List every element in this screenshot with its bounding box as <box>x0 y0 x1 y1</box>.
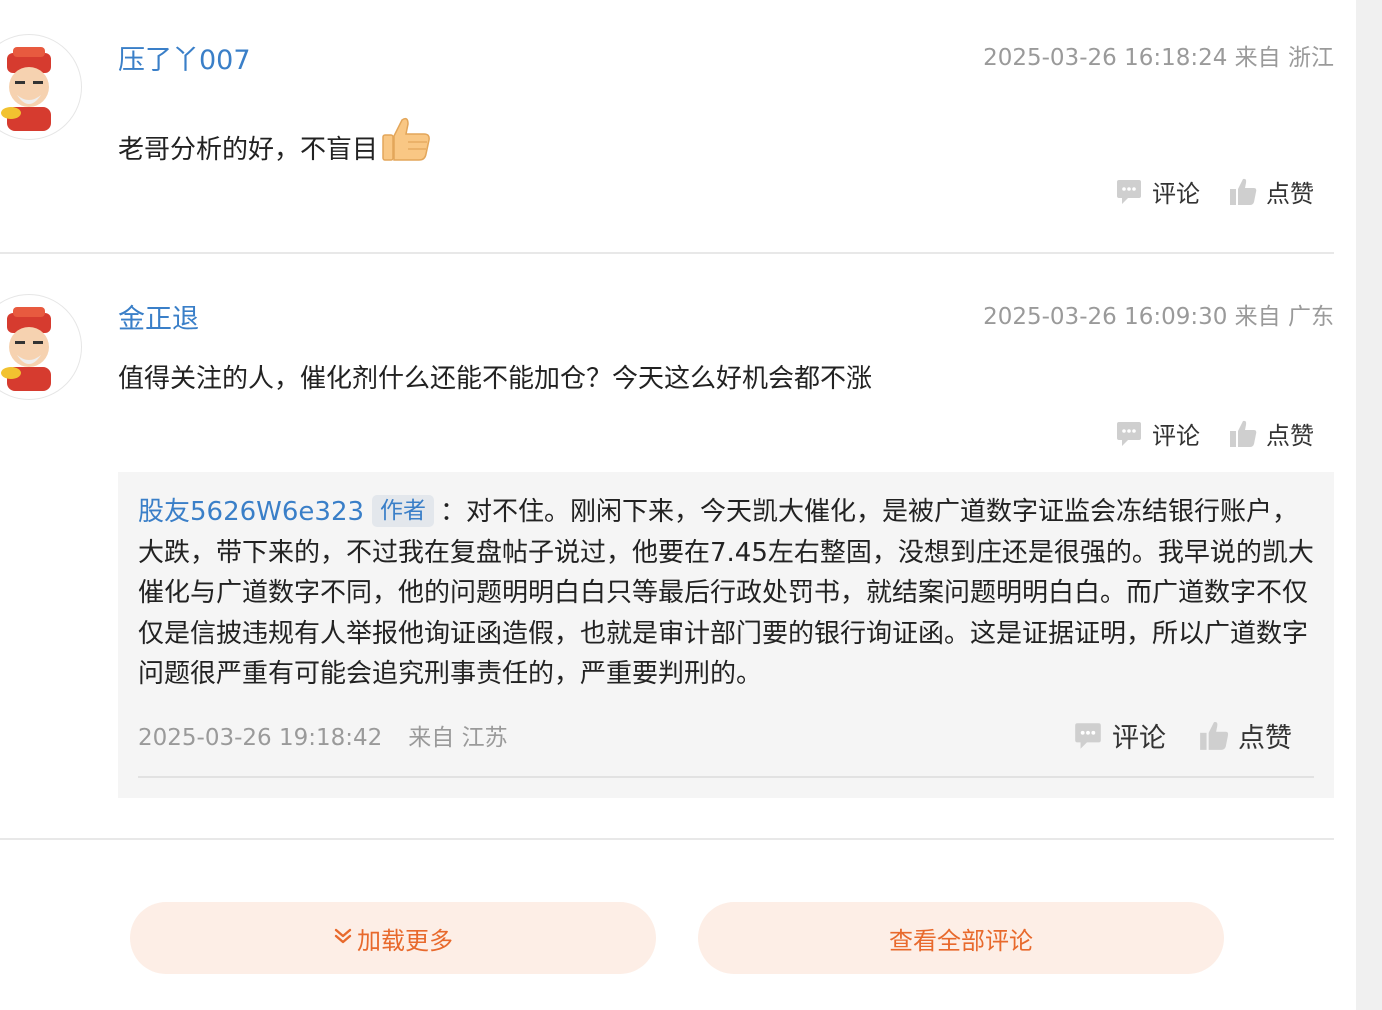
thumbs-up-emoji-icon <box>380 116 432 169</box>
comment-icon <box>1075 722 1101 749</box>
username[interactable]: 压了丫007 <box>118 38 251 77</box>
comment-label: 评论 <box>1112 723 1166 754</box>
like-button[interactable]: 点赞 <box>1228 416 1314 451</box>
username[interactable]: 金正退 <box>118 297 199 336</box>
comment-button[interactable]: 评论 <box>1114 416 1200 451</box>
comment-actions: 评论 点赞 <box>1114 174 1314 209</box>
like-label: 点赞 <box>1266 422 1314 450</box>
load-more-label: 加载更多 <box>357 926 453 955</box>
comment-timestamp: 2025-03-26 16:09:30 来自 广东 <box>983 304 1334 330</box>
author-badge: 作者 <box>372 495 435 527</box>
reply-comment-button[interactable]: 评论 <box>1072 716 1166 755</box>
reply-timestamp: 2025-03-26 19:18:42 <box>138 725 383 751</box>
comment-icon <box>1117 179 1141 204</box>
like-label: 点赞 <box>1266 180 1314 208</box>
thumbs-up-icon <box>1200 721 1229 750</box>
view-all-label: 查看全部评论 <box>889 926 1033 955</box>
reply-location: 来自 江苏 <box>408 725 508 751</box>
reply-like-button[interactable]: 点赞 <box>1198 716 1292 755</box>
comment-label: 评论 <box>1152 180 1200 208</box>
reply-meta: 2025-03-26 19:18:42 来自 江苏 <box>138 718 508 752</box>
double-chevron-down-icon <box>333 926 353 950</box>
like-label: 点赞 <box>1238 723 1292 754</box>
reply-content: 股友5626W6e323 作者 ：对不住。刚闲下来，今天凯大催化，是被广道数字证监会… <box>138 492 1318 695</box>
thumbs-up-icon <box>1230 178 1257 205</box>
comment-actions: 评论 点赞 <box>1114 416 1314 451</box>
comment-content: 老哥分析的好，不盲目 <box>118 116 432 169</box>
comment-button[interactable]: 评论 <box>1114 174 1200 209</box>
reply-divider <box>138 776 1314 778</box>
avatar[interactable] <box>0 294 82 400</box>
load-more-button[interactable]: 加载更多 <box>130 902 656 974</box>
reply-box: 股友5626W6e323 作者 ：对不住。刚闲下来，今天凯大催化，是被广道数字证监会… <box>118 472 1334 798</box>
avatar[interactable] <box>0 34 82 140</box>
comments-page: 压了丫007 2025-03-26 16:18:24 来自 浙江 老哥分析的好，… <box>0 0 1382 1010</box>
reply-username[interactable]: 股友5626W6e323 <box>138 497 364 527</box>
scrollbar[interactable] <box>1356 0 1382 1010</box>
comment-text: 值得关注的人，催化剂什么还能不能加仓？今天这么好机会都不涨 <box>118 364 873 394</box>
reply-actions: 评论 点赞 <box>1072 716 1292 755</box>
like-button[interactable]: 点赞 <box>1228 174 1314 209</box>
thumbs-up-icon <box>1230 420 1257 447</box>
comment-label: 评论 <box>1152 422 1200 450</box>
comment-icon <box>1117 421 1141 446</box>
comment-text: 老哥分析的好，不盲目 <box>118 135 379 165</box>
comment-timestamp: 2025-03-26 16:18:24 来自 浙江 <box>983 45 1334 71</box>
view-all-comments-button[interactable]: 查看全部评论 <box>698 902 1224 974</box>
divider <box>0 252 1334 254</box>
divider <box>0 838 1334 840</box>
